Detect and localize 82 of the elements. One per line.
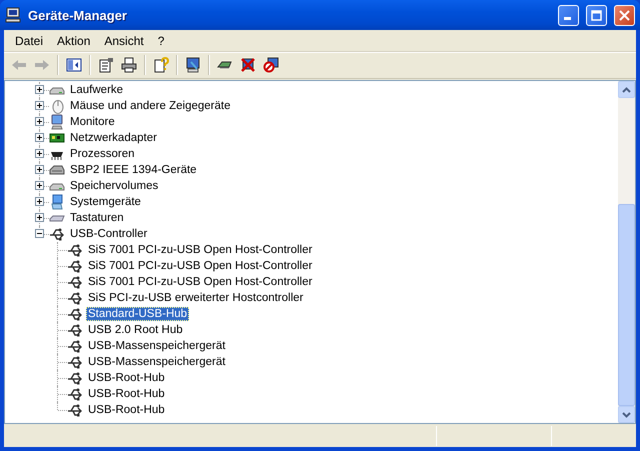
expand-toggle[interactable] bbox=[35, 165, 44, 174]
plus-icon bbox=[37, 119, 42, 124]
menu-item[interactable]: Aktion bbox=[50, 32, 98, 50]
tree-item[interactable]: SiS 7001 PCI-zu-USB Open Host-Controller bbox=[86, 259, 314, 273]
scroll-down-button[interactable] bbox=[618, 406, 635, 423]
chevron-up-icon bbox=[622, 86, 631, 92]
scrollbar[interactable] bbox=[618, 81, 635, 423]
tree-item[interactable]: Systemgeräte bbox=[68, 195, 143, 209]
panel-icon bbox=[66, 57, 82, 73]
minimize-button[interactable] bbox=[558, 4, 579, 26]
remove-icon bbox=[240, 57, 256, 73]
usb-icon bbox=[67, 258, 83, 274]
tree-item[interactable]: Netzwerkadapter bbox=[68, 131, 159, 145]
tree-item[interactable]: USB 2.0 Root Hub bbox=[86, 323, 185, 337]
disable-icon bbox=[263, 57, 279, 73]
expand-toggle[interactable] bbox=[35, 85, 44, 94]
plus-icon bbox=[37, 183, 42, 188]
tree-item[interactable]: Speichervolumes bbox=[68, 179, 160, 193]
menu-item[interactable]: Datei bbox=[8, 32, 50, 50]
minus-icon bbox=[37, 231, 42, 236]
expand-toggle[interactable] bbox=[35, 117, 44, 126]
expand-toggle[interactable] bbox=[35, 101, 44, 110]
tree-item[interactable]: SiS 7001 PCI-zu-USB Open Host-Controller bbox=[86, 243, 314, 257]
usb-icon bbox=[67, 322, 83, 338]
menu-item[interactable]: Ansicht bbox=[97, 32, 151, 50]
computer-icon bbox=[185, 57, 201, 73]
device-category-icon bbox=[49, 194, 65, 210]
scroll-up-button[interactable] bbox=[618, 81, 635, 98]
tree-item[interactable]: USB-Root-Hub bbox=[86, 387, 167, 401]
tree-item[interactable]: Tastaturen bbox=[68, 211, 126, 225]
tree-item[interactable]: USB-Massenspeichergerät bbox=[86, 339, 228, 353]
usb-icon bbox=[67, 306, 83, 322]
plus-icon bbox=[37, 87, 42, 92]
expand-toggle[interactable] bbox=[35, 149, 44, 158]
computer-icon bbox=[5, 7, 21, 23]
menu-item[interactable]: ? bbox=[150, 32, 172, 50]
tree-item[interactable]: USB-Massenspeichergerät bbox=[86, 355, 228, 369]
usb-icon bbox=[67, 370, 83, 386]
expand-toggle[interactable] bbox=[35, 213, 44, 222]
maximize-button[interactable] bbox=[586, 4, 607, 26]
tree-item[interactable]: SiS PCI-zu-USB erweiterter Hostcontroller bbox=[86, 291, 306, 305]
printer-icon bbox=[121, 57, 137, 73]
close-icon bbox=[619, 10, 630, 20]
expand-toggle[interactable] bbox=[35, 181, 44, 190]
tree-item[interactable]: USB-Root-Hub bbox=[86, 371, 167, 385]
plus-icon bbox=[37, 151, 42, 156]
usb-icon bbox=[67, 290, 83, 306]
help-icon bbox=[153, 57, 169, 73]
scrollbar-thumb[interactable] bbox=[618, 204, 635, 406]
minimize-icon bbox=[564, 17, 571, 20]
expand-toggle[interactable] bbox=[35, 197, 44, 206]
collapse-toggle[interactable] bbox=[35, 229, 44, 238]
maximize-icon bbox=[591, 10, 602, 20]
usb-icon bbox=[67, 274, 83, 290]
tree-item[interactable]: USB-Root-Hub bbox=[86, 403, 167, 417]
usb-icon bbox=[67, 402, 83, 418]
usb-icon bbox=[67, 386, 83, 402]
plus-icon bbox=[37, 167, 42, 172]
arrow-left-icon bbox=[11, 57, 27, 73]
arrow-right-icon bbox=[34, 57, 50, 73]
usb-icon bbox=[67, 338, 83, 354]
plus-icon bbox=[37, 103, 42, 108]
tree-item[interactable]: Mäuse und andere Zeigegeräte bbox=[68, 99, 232, 113]
tree-item[interactable]: Standard-USB-Hub bbox=[86, 307, 190, 321]
tree-item[interactable]: Laufwerke bbox=[68, 83, 126, 97]
tree-item[interactable]: USB-Controller bbox=[68, 227, 150, 241]
usb-icon bbox=[67, 354, 83, 370]
plus-icon bbox=[37, 199, 42, 204]
tree-item[interactable]: Monitore bbox=[68, 115, 117, 129]
tree-item[interactable]: SBP2 IEEE 1394-Geräte bbox=[68, 163, 199, 177]
device-category-icon bbox=[49, 226, 65, 242]
close-button[interactable] bbox=[614, 4, 635, 26]
usb-icon bbox=[67, 242, 83, 258]
window-title: Geräte-Manager bbox=[27, 8, 128, 22]
tree-item[interactable]: Prozessoren bbox=[68, 147, 137, 161]
tree-item[interactable]: SiS 7001 PCI-zu-USB Open Host-Controller bbox=[86, 275, 314, 289]
plus-icon bbox=[37, 215, 42, 220]
device-category-icon bbox=[49, 114, 65, 130]
expand-toggle[interactable] bbox=[35, 133, 44, 142]
plus-icon bbox=[37, 135, 42, 140]
chevron-down-icon bbox=[622, 412, 631, 418]
document-icon bbox=[98, 57, 114, 73]
